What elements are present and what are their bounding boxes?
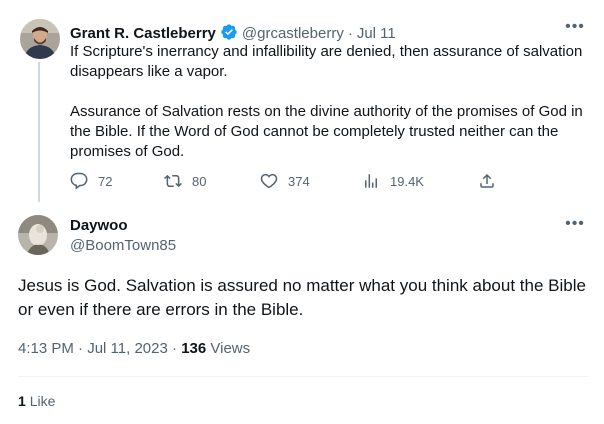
reply-header: Daywoo @BoomTown85 [70,216,176,256]
tweet-date[interactable]: Jul 11 [357,25,396,42]
like-button[interactable]: 374 [260,172,310,190]
meta-separator: · [78,340,84,357]
verified-badge-icon [220,23,238,41]
like-count: 374 [288,173,310,189]
views-count: 19.4K [390,173,424,189]
tweet-body: If Scripture's inerrancy and infallibili… [70,42,590,162]
like-icon [260,173,278,189]
retweet-icon [164,174,182,188]
reply-metadata: 4:13 PM · Jul 11, 2023 · 136 Views [18,340,250,357]
reply-views-count: 136 [181,340,207,357]
divider [18,376,588,377]
tweet-paragraph: If Scripture's inerrancy and infallibili… [70,43,583,80]
reply-author-name[interactable]: Daywoo [70,216,128,236]
more-icon[interactable]: ••• [565,19,585,40]
tweet-author-avatar[interactable] [20,19,60,59]
tweet-author-handle[interactable]: @grcastleberry [242,25,344,42]
tweet-author-name[interactable]: Grant R. Castleberry [70,25,216,42]
reply-body: Jesus is God. Salvation is assured no ma… [18,276,586,319]
reply-time[interactable]: 4:13 PM [18,340,74,357]
more-icon[interactable]: ••• [565,216,585,237]
reply-likes[interactable]: 1 Like [18,393,55,409]
meta-separator: · [172,340,178,357]
header-separator: · [347,25,353,42]
reply-likes-count: 1 [18,393,26,409]
reply-count: 72 [98,173,113,189]
reply-likes-label: Like [29,393,56,409]
tweet-header: Grant R. Castleberry @grcastleberry · Ju… [70,20,396,42]
views-icon [365,174,377,188]
retweet-count: 80 [192,173,207,189]
reply-button[interactable]: 72 [70,172,112,190]
reply-date[interactable]: Jul 11, 2023 [87,340,168,357]
share-icon [480,173,494,188]
views-button[interactable]: 19.4K [362,172,424,190]
reply-author-handle[interactable]: @BoomTown85 [70,236,176,256]
tweet-action-bar: 72 80 374 19.4K [70,172,500,194]
reply-icon [70,172,88,190]
reply-author-avatar[interactable] [18,215,58,255]
thread-connector-line [38,62,40,202]
share-button[interactable] [478,172,506,190]
tweet-paragraph: Assurance of Salvation rests on the divi… [70,103,583,160]
retweet-button[interactable]: 80 [164,172,206,190]
reply-views-label: Views [210,340,251,357]
